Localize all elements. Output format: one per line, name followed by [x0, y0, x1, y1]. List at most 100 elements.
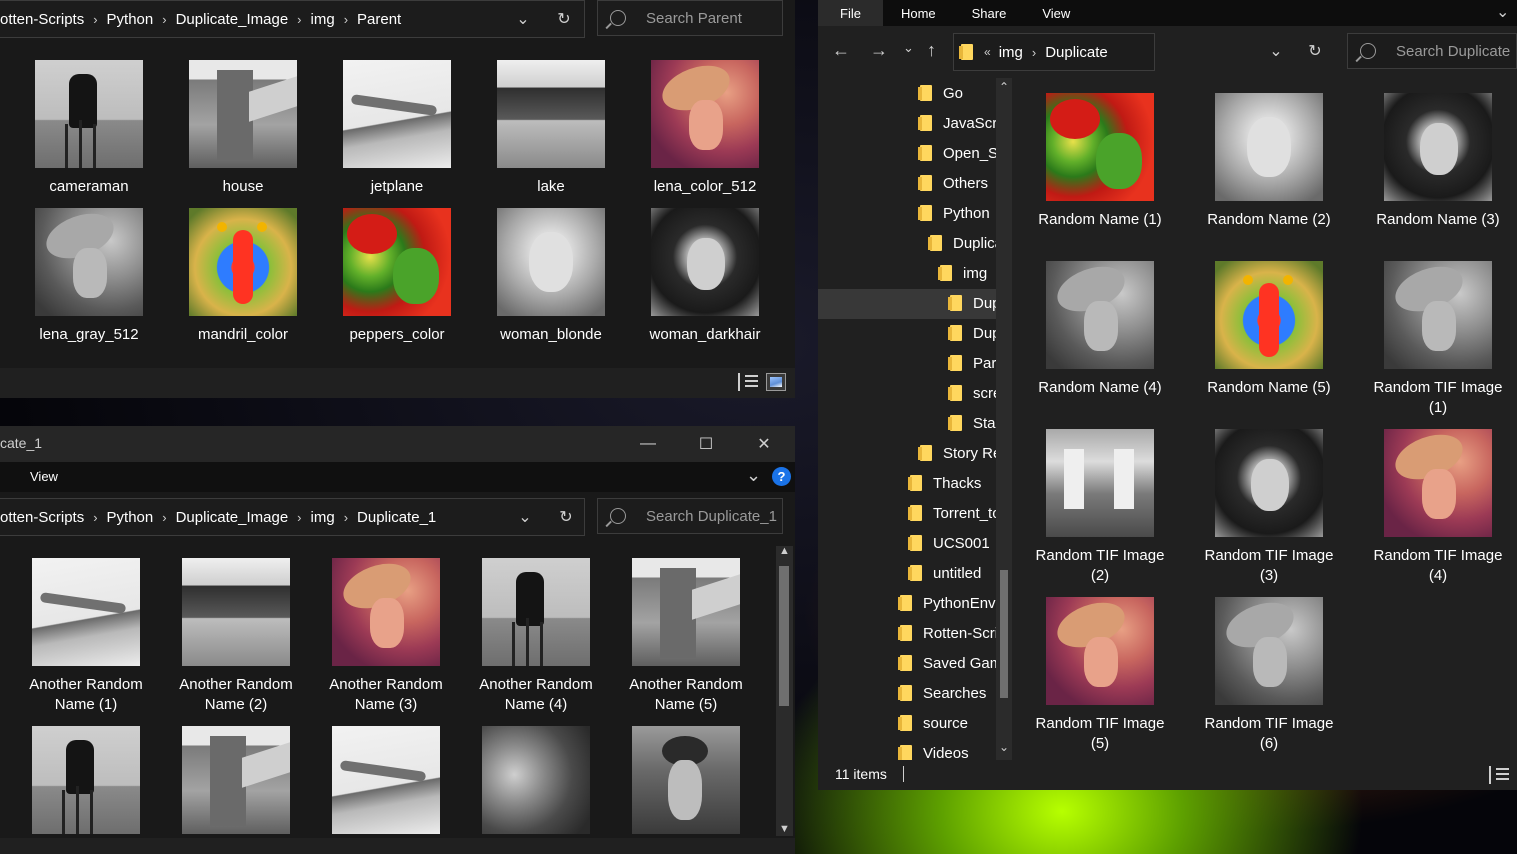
breadcrumb-separator-icon[interactable]: › — [344, 510, 348, 525]
breadcrumb-overflow[interactable]: « — [984, 45, 991, 59]
tab-view[interactable]: View — [30, 469, 58, 484]
tree-item[interactable]: Saved Game — [898, 648, 1011, 678]
breadcrumb-item[interactable]: Duplicate_Image — [176, 509, 289, 526]
file-item[interactable]: Random Name (1) — [1030, 93, 1170, 230]
minimize-icon[interactable]: — — [619, 426, 677, 462]
details-view-icon[interactable] — [1489, 766, 1509, 784]
search-input[interactable]: Search Duplicate_1 — [597, 498, 783, 534]
file-item[interactable]: Random TIF Image (5) — [1030, 597, 1170, 754]
recent-locations-chevron-icon[interactable]: ⌄ — [903, 40, 914, 56]
file-item[interactable]: lake — [481, 60, 621, 197]
tab-file[interactable]: File — [818, 0, 883, 26]
image-thumbnail[interactable] — [1046, 93, 1154, 201]
refresh-icon[interactable]: ↻ — [1304, 40, 1326, 62]
image-thumbnail[interactable] — [343, 60, 451, 168]
tree-item[interactable]: Dup — [948, 318, 1001, 348]
breadcrumb-item[interactable]: Python — [107, 11, 154, 28]
file-item[interactable]: Another Random Name (5) — [616, 558, 756, 715]
search-input[interactable]: Search Duplicate — [1347, 33, 1517, 69]
breadcrumb-item[interactable]: img — [999, 44, 1023, 61]
image-thumbnail[interactable] — [1046, 597, 1154, 705]
breadcrumb-item[interactable]: otten-Scripts — [0, 11, 84, 28]
image-thumbnail[interactable] — [1215, 93, 1323, 201]
file-item[interactable]: house — [173, 60, 313, 197]
breadcrumb-item[interactable]: Duplicate_Image — [176, 11, 289, 28]
file-item[interactable]: mandril_color — [173, 208, 313, 345]
tree-item[interactable]: Open_So — [918, 138, 1006, 168]
image-thumbnail[interactable] — [497, 208, 605, 316]
tab-view[interactable]: View — [1024, 0, 1088, 26]
refresh-icon[interactable]: ↻ — [555, 506, 577, 528]
breadcrumb-separator-icon[interactable]: › — [1032, 45, 1036, 60]
scroll-down-arrow-icon[interactable]: ▼ — [776, 822, 793, 836]
file-item[interactable] — [166, 726, 306, 843]
file-item[interactable]: Another Random Name (2) — [166, 558, 306, 715]
scrollbar-thumb[interactable] — [779, 566, 789, 706]
tree-item[interactable]: Go — [918, 78, 963, 108]
image-thumbnail[interactable] — [1384, 261, 1492, 369]
breadcrumb-separator-icon[interactable]: › — [162, 510, 166, 525]
tree-item[interactable]: Thacks — [908, 468, 981, 498]
file-item[interactable] — [616, 726, 756, 843]
file-item[interactable]: Random TIF Image (4) — [1368, 429, 1508, 586]
image-thumbnail[interactable] — [482, 558, 590, 666]
tree-item[interactable]: img — [938, 258, 987, 288]
image-thumbnail[interactable] — [332, 726, 440, 834]
breadcrumb-item[interactable]: Duplicate_1 — [357, 509, 436, 526]
breadcrumb-item[interactable]: Duplicate — [1045, 44, 1108, 61]
forward-arrow-icon[interactable]: → — [870, 40, 888, 61]
help-icon[interactable]: ? — [772, 467, 791, 486]
file-item[interactable]: Random Name (2) — [1199, 93, 1339, 230]
breadcrumb-separator-icon[interactable]: › — [162, 12, 166, 27]
details-view-icon[interactable] — [738, 373, 758, 391]
image-thumbnail[interactable] — [343, 208, 451, 316]
breadcrumb-separator-icon[interactable]: › — [93, 510, 97, 525]
breadcrumb-separator-icon[interactable]: › — [344, 12, 348, 27]
file-item[interactable]: woman_darkhair — [635, 208, 775, 345]
tab-home[interactable]: Home — [883, 0, 954, 26]
tree-item[interactable]: Rotten-Scrip — [898, 618, 1006, 648]
image-thumbnail[interactable] — [632, 726, 740, 834]
up-arrow-icon[interactable]: ↑ — [927, 40, 936, 61]
breadcrumb-separator-icon[interactable]: › — [297, 510, 301, 525]
image-thumbnail[interactable] — [32, 726, 140, 834]
scrollbar-thumb[interactable] — [1000, 570, 1008, 698]
breadcrumb-item[interactable]: Parent — [357, 11, 401, 28]
title-bar[interactable]: cate_1 — ☐ ✕ — [0, 426, 795, 462]
tree-item[interactable]: Torrent_to — [908, 498, 1001, 528]
breadcrumb-item[interactable]: img — [311, 11, 335, 28]
breadcrumb-separator-icon[interactable]: › — [297, 12, 301, 27]
file-item[interactable]: lena_gray_512 — [19, 208, 159, 345]
address-dropdown-chevron-icon[interactable]: ⌄ — [1266, 40, 1286, 62]
tree-item[interactable]: UCS001 — [908, 528, 990, 558]
expand-ribbon-chevron-icon[interactable]: ⌄ — [746, 465, 761, 486]
image-thumbnail[interactable] — [332, 558, 440, 666]
breadcrumb-item[interactable]: img — [311, 509, 335, 526]
file-item[interactable] — [466, 726, 606, 843]
image-thumbnail[interactable] — [1046, 261, 1154, 369]
image-thumbnail[interactable] — [651, 60, 759, 168]
file-item[interactable]: Random TIF Image (1) — [1368, 261, 1508, 418]
file-item[interactable]: Random Name (4) — [1030, 261, 1170, 398]
image-thumbnail[interactable] — [189, 208, 297, 316]
image-thumbnail[interactable] — [1215, 429, 1323, 537]
breadcrumb-separator-icon[interactable]: › — [93, 12, 97, 27]
tree-item[interactable]: PythonEnv — [898, 588, 996, 618]
image-thumbnail[interactable] — [32, 558, 140, 666]
scroll-down-chevron-icon[interactable]: ⌄ — [996, 740, 1012, 754]
file-item[interactable]: jetplane — [327, 60, 467, 197]
file-item[interactable]: cameraman — [19, 60, 159, 197]
address-dropdown-chevron-icon[interactable]: ⌄ — [513, 8, 533, 30]
file-item[interactable]: Random Name (3) — [1368, 93, 1508, 230]
image-thumbnail[interactable] — [1384, 93, 1492, 201]
file-item[interactable]: Random Name (5) — [1199, 261, 1339, 398]
image-thumbnail[interactable] — [651, 208, 759, 316]
file-item[interactable]: Random TIF Image (3) — [1199, 429, 1339, 586]
image-thumbnail[interactable] — [182, 558, 290, 666]
image-thumbnail[interactable] — [35, 60, 143, 168]
scroll-up-chevron-icon[interactable]: ⌃ — [996, 80, 1012, 94]
image-thumbnail[interactable] — [497, 60, 605, 168]
file-item[interactable]: Another Random Name (4) — [466, 558, 606, 715]
image-thumbnail[interactable] — [35, 208, 143, 316]
image-thumbnail[interactable] — [1384, 429, 1492, 537]
